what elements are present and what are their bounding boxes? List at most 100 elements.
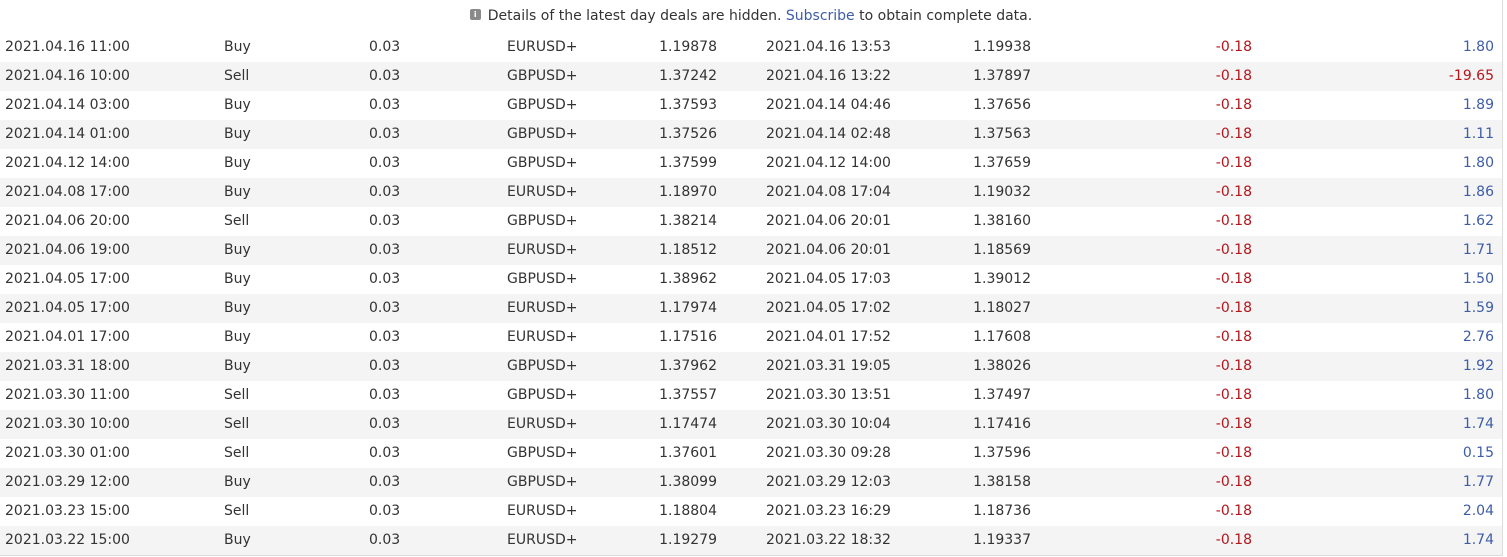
close-time-cell: 2021.04.14 02:48 bbox=[766, 126, 891, 142]
hidden-deals-notice: i Details of the latest day deals are hid… bbox=[0, 0, 1502, 33]
close-price-cell: 1.37497 bbox=[973, 387, 1031, 403]
profit-cell: 0.15 bbox=[1462, 445, 1494, 461]
close-price-cell: 1.37596 bbox=[973, 445, 1031, 461]
info-icon: i bbox=[469, 8, 481, 20]
deal-type-cell: Buy bbox=[224, 126, 251, 142]
deals-list: 2021.04.16 11:00 Buy 0.03 EURUSD+ 1.19878 202… bbox=[0, 33, 1502, 555]
close-price-cell: 1.17416 bbox=[973, 416, 1031, 432]
close-time-cell: 2021.03.29 12:03 bbox=[766, 474, 891, 490]
table-row: 2021.04.12 14:00 Buy 0.03 GBPUSD+ 1.37599 202… bbox=[0, 149, 1502, 178]
volume-cell: 0.03 bbox=[369, 68, 401, 84]
close-time-cell: 2021.04.06 20:01 bbox=[766, 242, 891, 258]
volume-cell: 0.03 bbox=[369, 97, 401, 113]
open-price-cell: 1.18512 bbox=[659, 242, 717, 258]
table-row: 2021.03.30 10:00 Sell 0.03 EURUSD+ 1.17474 20… bbox=[0, 410, 1502, 439]
open-time-cell: 2021.04.05 17:00 bbox=[5, 300, 130, 316]
symbol-cell: EURUSD+ bbox=[507, 242, 578, 258]
symbol-cell: GBPUSD+ bbox=[507, 387, 578, 403]
deal-type-cell: Buy bbox=[224, 242, 251, 258]
deal-type-cell: Buy bbox=[224, 155, 251, 171]
swap-cell: -0.18 bbox=[1215, 213, 1252, 229]
subscribe-link[interactable]: Subscribe bbox=[786, 8, 855, 24]
volume-cell: 0.03 bbox=[369, 532, 401, 548]
swap-cell: -0.18 bbox=[1215, 416, 1252, 432]
symbol-cell: EURUSD+ bbox=[507, 503, 578, 519]
open-price-cell: 1.38214 bbox=[659, 213, 717, 229]
volume-cell: 0.03 bbox=[369, 503, 401, 519]
deal-type-cell: Buy bbox=[224, 474, 251, 490]
notice-text-after: to obtain complete data. bbox=[859, 8, 1033, 24]
open-time-cell: 2021.04.06 19:00 bbox=[5, 242, 130, 258]
swap-cell: -0.18 bbox=[1215, 358, 1252, 374]
profit-cell: 1.77 bbox=[1462, 474, 1494, 490]
swap-cell: -0.18 bbox=[1215, 474, 1252, 490]
symbol-cell: GBPUSD+ bbox=[507, 126, 578, 142]
close-price-cell: 1.18569 bbox=[973, 242, 1031, 258]
table-row: 2021.03.31 18:00 Buy 0.03 GBPUSD+ 1.37962 202… bbox=[0, 352, 1502, 381]
profit-cell: 2.76 bbox=[1462, 329, 1494, 345]
table-row: 2021.04.14 01:00 Buy 0.03 GBPUSD+ 1.37526 202… bbox=[0, 120, 1502, 149]
deal-type-cell: Sell bbox=[224, 68, 250, 84]
close-time-cell: 2021.04.16 13:53 bbox=[766, 39, 891, 55]
close-time-cell: 2021.03.30 09:28 bbox=[766, 445, 891, 461]
table-row: 2021.04.05 17:00 Buy 0.03 EURUSD+ 1.17974 202… bbox=[0, 294, 1502, 323]
profit-cell: 1.86 bbox=[1462, 184, 1494, 200]
close-price-cell: 1.37659 bbox=[973, 155, 1031, 171]
swap-cell: -0.18 bbox=[1215, 155, 1252, 171]
profit-cell: 1.71 bbox=[1462, 242, 1494, 258]
deal-type-cell: Buy bbox=[224, 184, 251, 200]
close-price-cell: 1.39012 bbox=[973, 271, 1031, 287]
deal-type-cell: Buy bbox=[224, 97, 251, 113]
close-price-cell: 1.18027 bbox=[973, 300, 1031, 316]
deal-type-cell: Buy bbox=[224, 532, 251, 548]
deal-type-cell: Buy bbox=[224, 300, 251, 316]
table-row: 2021.04.05 17:00 Buy 0.03 GBPUSD+ 1.38962 202… bbox=[0, 265, 1502, 294]
open-price-cell: 1.37599 bbox=[659, 155, 717, 171]
open-price-cell: 1.37593 bbox=[659, 97, 717, 113]
close-price-cell: 1.18736 bbox=[973, 503, 1031, 519]
profit-cell: 1.80 bbox=[1462, 387, 1494, 403]
deal-type-cell: Buy bbox=[224, 358, 251, 374]
deal-type-cell: Buy bbox=[224, 39, 251, 55]
open-time-cell: 2021.04.12 14:00 bbox=[5, 155, 130, 171]
profit-cell: 1.80 bbox=[1462, 39, 1494, 55]
open-time-cell: 2021.03.29 12:00 bbox=[5, 474, 130, 490]
open-time-cell: 2021.04.16 10:00 bbox=[5, 68, 130, 84]
open-time-cell: 2021.04.08 17:00 bbox=[5, 184, 130, 200]
open-time-cell: 2021.04.05 17:00 bbox=[5, 271, 130, 287]
table-row: 2021.03.29 12:00 Buy 0.03 GBPUSD+ 1.38099 202… bbox=[0, 468, 1502, 497]
profit-cell: 1.59 bbox=[1462, 300, 1494, 316]
volume-cell: 0.03 bbox=[369, 271, 401, 287]
symbol-cell: GBPUSD+ bbox=[507, 68, 578, 84]
close-time-cell: 2021.03.23 16:29 bbox=[766, 503, 891, 519]
symbol-cell: GBPUSD+ bbox=[507, 474, 578, 490]
table-row: 2021.03.30 01:00 Sell 0.03 GBPUSD+ 1.37601 20… bbox=[0, 439, 1502, 468]
open-time-cell: 2021.03.30 11:00 bbox=[5, 387, 130, 403]
volume-cell: 0.03 bbox=[369, 445, 401, 461]
deal-type-cell: Sell bbox=[224, 213, 250, 229]
table-row: 2021.04.01 17:00 Buy 0.03 EURUSD+ 1.17516 202… bbox=[0, 323, 1502, 352]
open-price-cell: 1.38099 bbox=[659, 474, 717, 490]
open-time-cell: 2021.04.14 01:00 bbox=[5, 126, 130, 142]
open-time-cell: 2021.04.06 20:00 bbox=[5, 213, 130, 229]
swap-cell: -0.18 bbox=[1215, 242, 1252, 258]
swap-cell: -0.18 bbox=[1215, 300, 1252, 316]
profit-cell: 1.62 bbox=[1462, 213, 1494, 229]
close-price-cell: 1.17608 bbox=[973, 329, 1031, 345]
profit-cell: 1.74 bbox=[1462, 532, 1494, 548]
table-row: 2021.04.14 03:00 Buy 0.03 GBPUSD+ 1.37593 202… bbox=[0, 91, 1502, 120]
close-price-cell: 1.37563 bbox=[973, 126, 1031, 142]
volume-cell: 0.03 bbox=[369, 387, 401, 403]
deal-type-cell: Sell bbox=[224, 416, 250, 432]
deal-type-cell: Sell bbox=[224, 503, 250, 519]
symbol-cell: GBPUSD+ bbox=[507, 271, 578, 287]
open-price-cell: 1.37601 bbox=[659, 445, 717, 461]
close-time-cell: 2021.04.12 14:00 bbox=[766, 155, 891, 171]
deal-type-cell: Buy bbox=[224, 329, 251, 345]
profit-cell: 1.50 bbox=[1462, 271, 1494, 287]
open-price-cell: 1.37242 bbox=[659, 68, 717, 84]
table-row: 2021.04.06 20:00 Sell 0.03 GBPUSD+ 1.38214 20… bbox=[0, 207, 1502, 236]
open-time-cell: 2021.03.30 10:00 bbox=[5, 416, 130, 432]
close-price-cell: 1.19337 bbox=[973, 532, 1031, 548]
volume-cell: 0.03 bbox=[369, 474, 401, 490]
